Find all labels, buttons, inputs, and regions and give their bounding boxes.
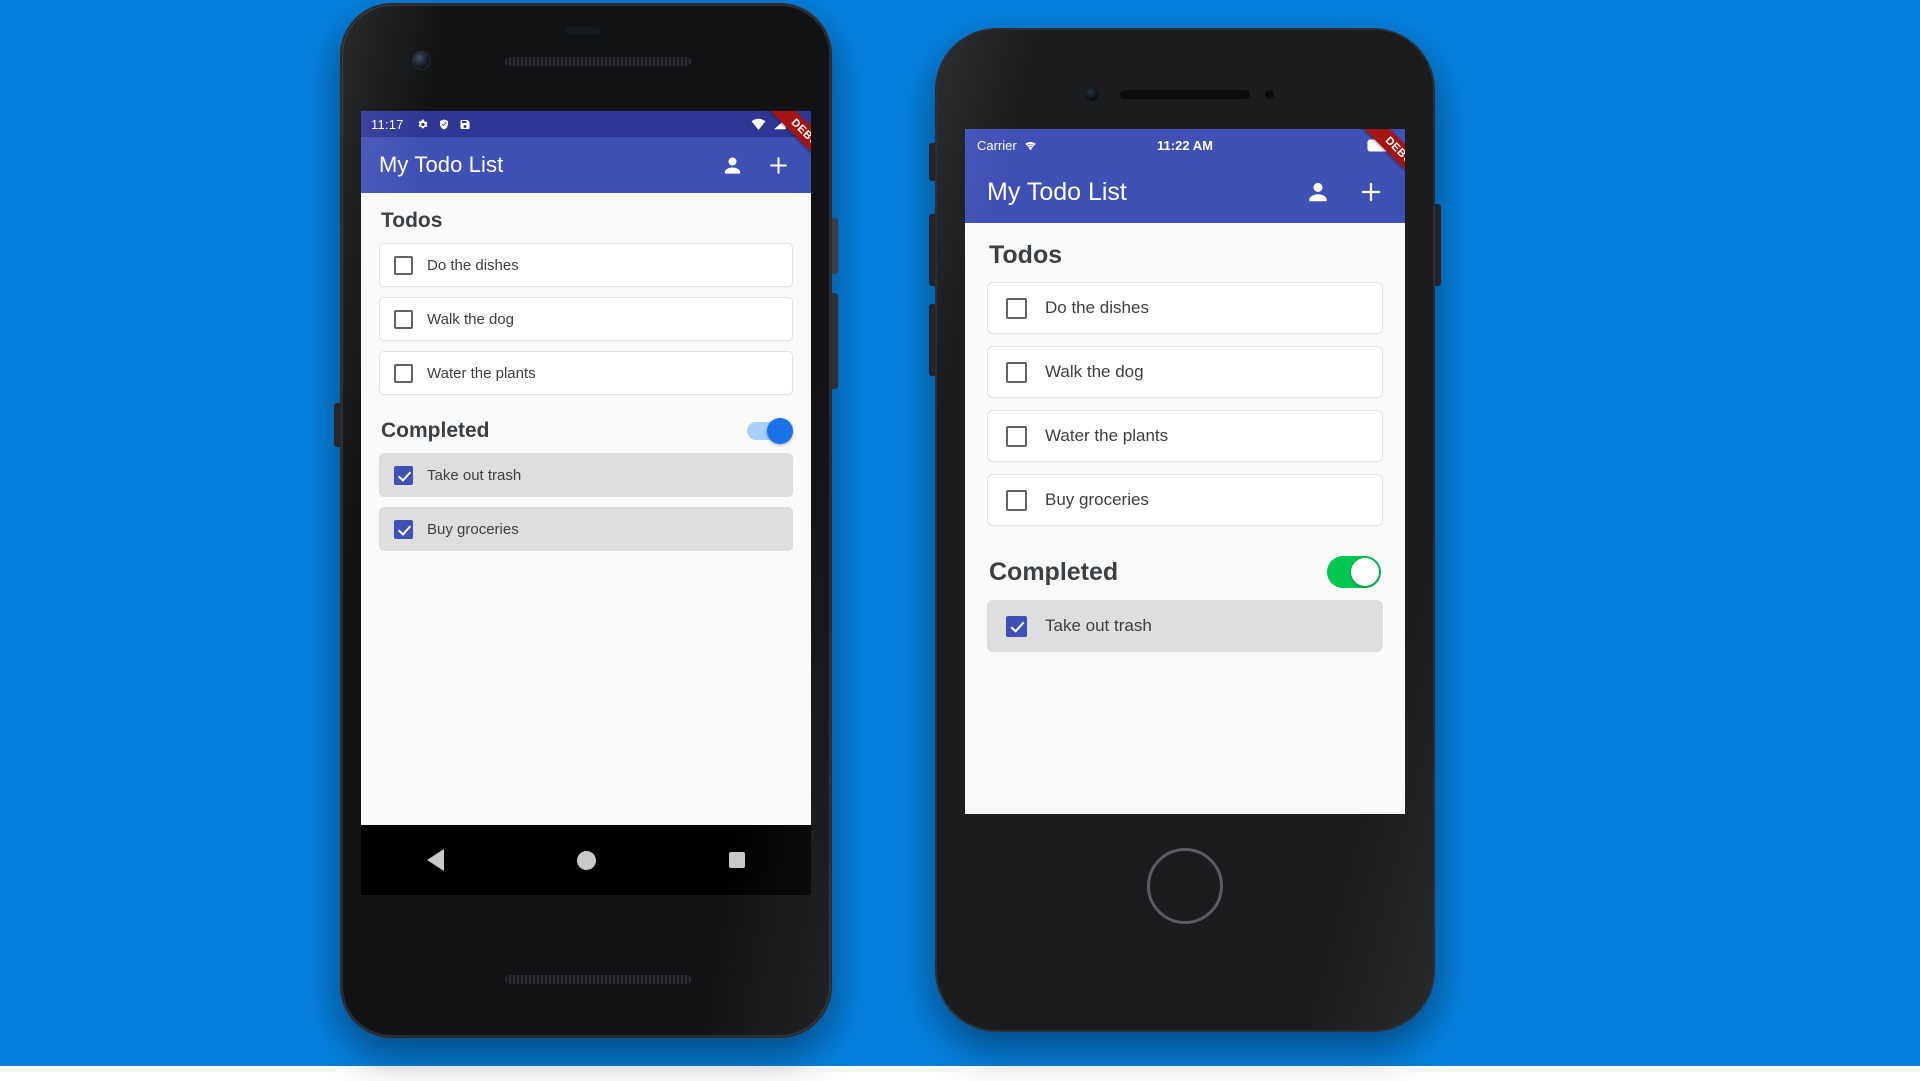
todo-label: Take out trash	[1045, 616, 1152, 635]
checkbox-unchecked-icon[interactable]	[1006, 489, 1027, 511]
todo-label: Do the dishes	[1045, 298, 1149, 317]
checkbox-unchecked-icon[interactable]	[1006, 297, 1027, 319]
ios-content: Todos Do the dishes Walk the dog Water t…	[965, 223, 1405, 814]
android-proximity-sensor-icon	[565, 27, 601, 35]
checkbox-checked-icon[interactable]	[394, 465, 413, 485]
android-navigation-bar	[361, 825, 811, 895]
person-icon[interactable]	[721, 154, 744, 177]
ios-carrier-label: Carrier	[977, 137, 1017, 153]
checkbox-unchecked-icon[interactable]	[1006, 425, 1027, 447]
android-completed-header: Completed	[379, 405, 793, 453]
android-completed-list: Take out trash Buy groceries	[379, 453, 793, 551]
todo-label: Walk the dog	[1045, 362, 1144, 381]
ios-status-bar: Carrier 11:22 AM	[965, 129, 1405, 161]
list-item[interactable]: Buy groceries	[987, 474, 1383, 526]
person-icon[interactable]	[1305, 179, 1331, 205]
android-app-bar-actions	[721, 153, 799, 178]
ios-section-title-completed: Completed	[989, 557, 1119, 586]
android-app-title: My Todo List	[379, 152, 504, 177]
android-left-nub	[334, 403, 340, 447]
home-icon[interactable]	[576, 850, 596, 870]
show-completed-toggle[interactable]	[747, 418, 793, 444]
android-status-right-icons	[751, 117, 803, 131]
checkbox-unchecked-icon[interactable]	[394, 255, 413, 275]
home-button[interactable]	[1147, 848, 1223, 924]
save-icon	[459, 118, 471, 131]
checkbox-unchecked-icon[interactable]	[394, 309, 413, 329]
ios-power-button[interactable]	[1435, 204, 1441, 286]
ios-completed-header: Completed	[987, 538, 1383, 600]
list-item[interactable]: Do the dishes	[987, 282, 1383, 334]
ios-todo-list: Do the dishes Walk the dog Water the pla…	[987, 282, 1383, 526]
list-item[interactable]: Take out trash	[987, 600, 1383, 652]
list-item[interactable]: Walk the dog	[987, 346, 1383, 398]
todo-label: Buy groceries	[1045, 490, 1149, 509]
ios-earpiece-speaker	[1120, 90, 1250, 99]
toggle-knob	[1351, 558, 1379, 586]
list-item[interactable]: Buy groceries	[379, 507, 793, 551]
ios-volume-up-button[interactable]	[929, 214, 935, 286]
android-earpiece-speaker	[505, 57, 691, 66]
todo-label: Walk the dog	[427, 310, 514, 328]
android-todo-list: Do the dishes Walk the dog Water the pla…	[379, 243, 793, 395]
android-content: Todos Do the dishes Walk the dog Water t…	[361, 193, 811, 825]
list-item[interactable]: Do the dishes	[379, 243, 793, 287]
ios-app-bar-actions	[1305, 178, 1391, 206]
todo-label: Buy groceries	[427, 520, 519, 538]
checkbox-unchecked-icon[interactable]	[394, 363, 413, 383]
checkbox-checked-icon[interactable]	[1006, 615, 1027, 637]
ios-proximity-sensor-icon	[1265, 90, 1274, 99]
list-item[interactable]: Water the plants	[379, 351, 793, 395]
android-app-bar: My Todo List	[361, 137, 811, 193]
show-completed-toggle[interactable]	[1327, 556, 1381, 588]
todo-label: Water the plants	[427, 364, 536, 382]
ios-volume-down-button[interactable]	[929, 304, 935, 376]
shield-icon	[438, 118, 450, 131]
ios-mute-switch[interactable]	[929, 143, 935, 181]
android-screen: DEBUG 11:17 My Todo List Todos Do the di…	[361, 111, 811, 825]
android-status-bar: 11:17	[361, 111, 811, 137]
todo-label: Take out trash	[427, 466, 522, 484]
todo-label: Do the dishes	[427, 256, 519, 274]
android-status-time: 11:17	[371, 116, 404, 132]
ios-carrier-group: Carrier	[977, 138, 1038, 153]
battery-icon	[794, 117, 803, 131]
cellular-signal-icon	[773, 118, 787, 130]
android-volume-button[interactable]	[832, 293, 838, 389]
android-device: DEBUG 11:17 My Todo List Todos Do the di…	[334, 3, 838, 1038]
wifi-icon	[1023, 139, 1038, 151]
front-camera-icon	[412, 51, 431, 70]
battery-icon	[1367, 138, 1393, 152]
android-section-title-todos: Todos	[381, 209, 443, 232]
list-item[interactable]: Walk the dog	[379, 297, 793, 341]
list-item[interactable]: Water the plants	[987, 410, 1383, 462]
ios-app-title: My Todo List	[987, 177, 1127, 206]
ios-completed-list: Take out trash	[987, 600, 1383, 652]
checkbox-checked-icon[interactable]	[394, 519, 413, 539]
ios-screen: DEBUG Carrier 11:22 AM My Todo List Todo…	[965, 129, 1405, 814]
todo-label: Water the plants	[1045, 426, 1169, 445]
back-icon[interactable]	[427, 849, 445, 871]
front-camera-icon	[1085, 87, 1099, 101]
toggle-knob	[767, 418, 793, 444]
android-section-title-completed: Completed	[381, 419, 490, 442]
recents-icon[interactable]	[728, 852, 745, 868]
android-power-button[interactable]	[832, 218, 838, 274]
wifi-icon	[751, 118, 766, 130]
list-item[interactable]: Take out trash	[379, 453, 793, 497]
android-bottom-speaker	[505, 975, 691, 984]
android-status-left-icons	[416, 118, 471, 131]
ios-section-title-todos: Todos	[989, 241, 1063, 269]
ios-device: DEBUG Carrier 11:22 AM My Todo List Todo…	[929, 28, 1441, 1032]
ios-app-bar: My Todo List	[965, 161, 1405, 223]
add-icon[interactable]	[766, 153, 791, 178]
settings-gear-icon	[416, 118, 429, 131]
bottom-white-strip	[0, 1066, 1920, 1081]
checkbox-unchecked-icon[interactable]	[1006, 361, 1027, 383]
add-icon[interactable]	[1357, 178, 1385, 206]
